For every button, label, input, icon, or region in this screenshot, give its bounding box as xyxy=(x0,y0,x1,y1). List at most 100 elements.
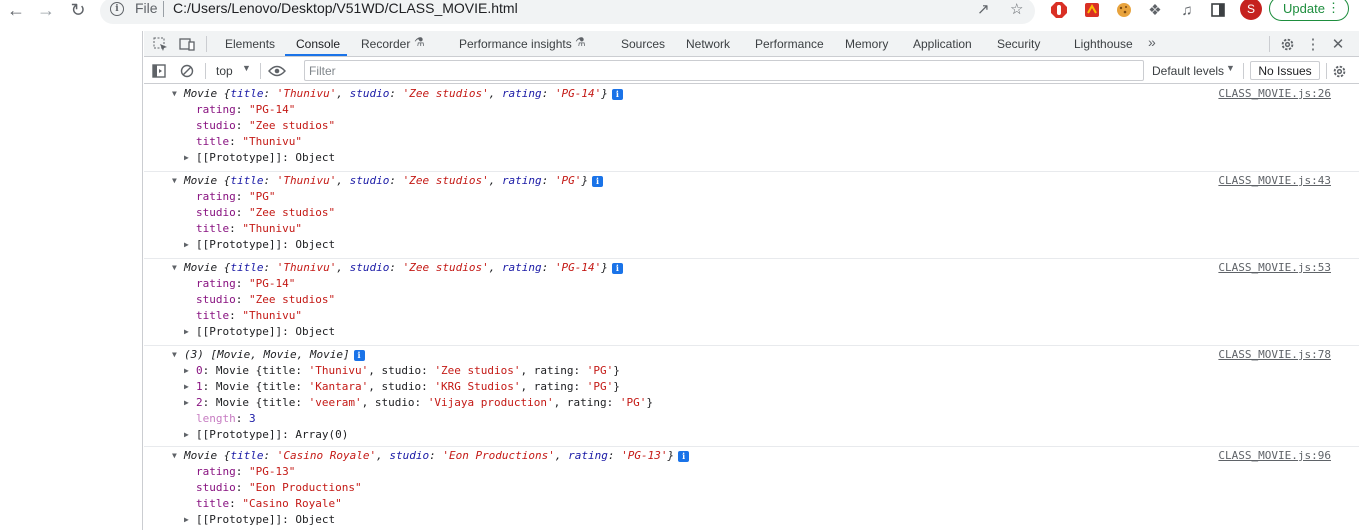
info-icon[interactable]: i xyxy=(110,2,124,16)
expand-triangle-icon[interactable]: ▼ xyxy=(172,347,182,363)
console-message: ▼ Movie {title: 'Thunivu', studio: 'Zee s… xyxy=(144,172,1359,259)
object-property: studio: "Zee studios" xyxy=(196,293,336,306)
object-property: rating: "PG-13" xyxy=(196,465,296,478)
reload-icon[interactable]: ↻ xyxy=(66,0,90,20)
divider xyxy=(1326,63,1327,79)
more-vertical-icon[interactable]: ⋮ xyxy=(1304,35,1322,53)
puzzle-extensions-icon[interactable]: ❖ xyxy=(1145,0,1165,20)
context-selector[interactable]: top xyxy=(216,64,233,78)
expand-triangle-icon[interactable]: ▶ xyxy=(184,150,194,166)
console-toolbar: top ▼ Filter Default levels ▼ No Issues xyxy=(144,58,1359,84)
adblock-extension-icon[interactable] xyxy=(1049,0,1069,20)
devtools-panel: Elements Console Recorder ⚗ Performance … xyxy=(144,31,1359,530)
expand-triangle-icon[interactable]: ▶ xyxy=(184,427,194,443)
back-arrow-icon[interactable]: ← xyxy=(4,0,28,20)
info-icon: i xyxy=(678,451,690,462)
tab-lighthouse[interactable]: Lighthouse xyxy=(1074,37,1133,51)
divider xyxy=(1269,36,1270,52)
settings-gear-icon[interactable] xyxy=(1278,35,1296,53)
prototype-value: Array(0) xyxy=(295,428,349,441)
profile-avatar[interactable]: S xyxy=(1240,0,1262,20)
array-item[interactable]: 0: Movie {title: 'Thunivu', studio: 'Zee… xyxy=(196,363,620,379)
update-label: Update xyxy=(1283,1,1325,16)
more-tabs-icon[interactable]: » xyxy=(1148,34,1156,50)
expand-triangle-icon[interactable]: ▶ xyxy=(184,512,194,528)
tab-elements[interactable]: Elements xyxy=(225,37,275,51)
tab-sources[interactable]: Sources xyxy=(621,37,665,51)
device-toolbar-icon[interactable] xyxy=(178,35,196,53)
array-item[interactable]: 2: Movie {title: 'veeram', studio: 'Vija… xyxy=(196,395,653,411)
prototype-row[interactable]: [[Prototype]]: Object xyxy=(196,150,335,166)
expand-triangle-icon[interactable]: ▶ xyxy=(184,324,194,340)
console-message: ▼ (3) [Movie, Movie, Movie] i CLASS_MOVIE… xyxy=(144,346,1359,447)
tab-performance-insights[interactable]: Performance insights xyxy=(459,37,572,51)
browser-toolbar: ← → ↻ i File C:/Users/Lenovo/Desktop/V51… xyxy=(0,0,1359,31)
page-viewport xyxy=(0,31,143,530)
tab-recorder[interactable]: Recorder xyxy=(361,37,410,51)
inspect-element-icon[interactable] xyxy=(151,35,169,53)
bookmark-extension-icon[interactable] xyxy=(1082,0,1102,20)
chevron-down-icon: ▼ xyxy=(1226,63,1235,73)
cookie-extension-icon[interactable] xyxy=(1114,0,1134,20)
object-summary[interactable]: Movie {title: 'Thunivu', studio: 'Zee st… xyxy=(184,260,623,276)
forward-arrow-icon[interactable]: → xyxy=(34,0,58,20)
source-link[interactable]: CLASS_MOVIE.js:26 xyxy=(1218,86,1331,102)
side-panel-icon[interactable] xyxy=(1208,0,1228,20)
log-levels-dropdown[interactable]: Default levels xyxy=(1152,64,1224,78)
expand-triangle-icon[interactable]: ▶ xyxy=(184,379,194,395)
console-settings-gear-icon[interactable] xyxy=(1330,62,1348,80)
expand-triangle-icon[interactable]: ▼ xyxy=(172,260,182,276)
expand-triangle-icon[interactable]: ▼ xyxy=(172,173,182,189)
object-property: title: "Casino Royale" xyxy=(196,497,342,510)
object-summary[interactable]: Movie {title: 'Thunivu', studio: 'Zee st… xyxy=(184,86,623,102)
eye-icon[interactable] xyxy=(268,62,286,80)
prototype-row[interactable]: [[Prototype]]: Object xyxy=(196,512,335,528)
tab-security[interactable]: Security xyxy=(997,37,1040,51)
address-bar[interactable]: i File C:/Users/Lenovo/Desktop/V51WD/CLA… xyxy=(100,0,1035,24)
object-property: rating: "PG" xyxy=(196,190,276,203)
expand-triangle-icon[interactable]: ▶ xyxy=(184,363,194,379)
object-property: rating: "PG-14" xyxy=(196,277,296,290)
expand-triangle-icon[interactable]: ▶ xyxy=(184,237,194,253)
share-icon[interactable]: ↗ xyxy=(977,0,990,18)
prototype-row[interactable]: [[Prototype]]: Object xyxy=(196,324,335,340)
issues-button[interactable]: No Issues xyxy=(1250,61,1320,80)
sidebar-toggle-icon[interactable] xyxy=(150,62,168,80)
source-link[interactable]: CLASS_MOVIE.js:96 xyxy=(1218,448,1331,464)
filter-placeholder: Filter xyxy=(309,64,336,78)
expand-triangle-icon[interactable]: ▼ xyxy=(172,86,182,102)
flask-icon: ⚗ xyxy=(575,35,586,49)
object-property: rating: "PG-14" xyxy=(196,103,296,116)
close-icon[interactable]: ✕ xyxy=(1329,35,1347,53)
info-icon: i xyxy=(353,350,365,361)
divider xyxy=(260,63,261,79)
prototype-key[interactable]: [[Prototype]] xyxy=(196,428,282,441)
star-icon[interactable]: ☆ xyxy=(1010,0,1023,18)
more-vertical-icon: ⋮ xyxy=(1327,0,1340,15)
object-property: title: "Thunivu" xyxy=(196,222,302,235)
tab-application[interactable]: Application xyxy=(913,37,972,51)
tab-memory[interactable]: Memory xyxy=(845,37,888,51)
array-summary[interactable]: (3) [Movie, Movie, Movie] i xyxy=(184,347,365,363)
clear-console-icon[interactable] xyxy=(178,62,196,80)
source-link[interactable]: CLASS_MOVIE.js:78 xyxy=(1218,347,1331,363)
object-summary[interactable]: Movie {title: 'Casino Royale', studio: '… xyxy=(184,448,690,464)
filter-input[interactable]: Filter xyxy=(304,60,1144,81)
array-item[interactable]: 1: Movie {title: 'Kantara', studio: 'KRG… xyxy=(196,379,620,395)
object-summary[interactable]: Movie {title: 'Thunivu', studio: 'Zee st… xyxy=(184,173,604,189)
prototype-row[interactable]: [[Prototype]]: Object xyxy=(196,237,335,253)
source-link[interactable]: CLASS_MOVIE.js:43 xyxy=(1218,173,1331,189)
media-control-icon[interactable]: ♫ xyxy=(1177,0,1197,20)
update-button[interactable]: Update ⋮ xyxy=(1269,0,1349,21)
tab-network[interactable]: Network xyxy=(686,37,730,51)
source-link[interactable]: CLASS_MOVIE.js:53 xyxy=(1218,260,1331,276)
console-message: ▼ Movie {title: 'Thunivu', studio: 'Zee s… xyxy=(144,259,1359,346)
tab-console[interactable]: Console xyxy=(296,37,340,51)
array-summary-text: (3) [Movie, Movie, Movie] xyxy=(184,348,350,361)
expand-triangle-icon[interactable]: ▼ xyxy=(172,448,182,464)
console-message: ▼ Movie {title: 'Casino Royale', studio: … xyxy=(144,447,1359,530)
url-text[interactable]: C:/Users/Lenovo/Desktop/V51WD/CLASS_MOVI… xyxy=(173,0,518,16)
expand-triangle-icon[interactable]: ▶ xyxy=(184,395,194,411)
length-key: length xyxy=(196,412,236,425)
tab-performance[interactable]: Performance xyxy=(755,37,824,51)
